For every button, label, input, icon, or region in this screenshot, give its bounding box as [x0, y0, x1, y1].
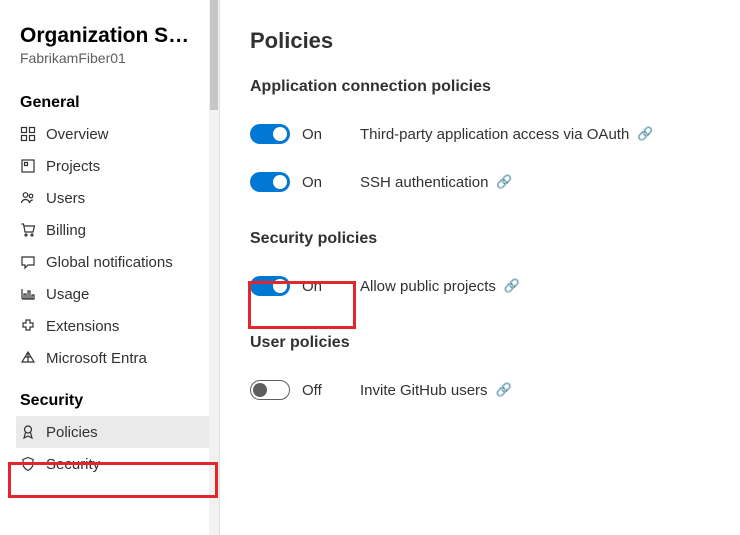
- nav-label: Microsoft Entra: [46, 350, 147, 367]
- sidebar-item-global-notifications[interactable]: Global notifications: [16, 246, 219, 278]
- sidebar: Organization S… FabrikamFiber01 General …: [0, 0, 220, 535]
- group-heading-app-connection: Application connection policies: [250, 78, 730, 96]
- badge-icon: [20, 424, 36, 440]
- extension-icon: [20, 318, 36, 334]
- chart-icon: [20, 286, 36, 302]
- policy-row-oauth: On Third-party application access via OA…: [250, 110, 730, 158]
- nav-label: Extensions: [46, 318, 119, 335]
- link-icon[interactable]: 🔗: [496, 174, 512, 190]
- policy-label: Allow public projects: [360, 278, 496, 295]
- nav-label: Billing: [46, 222, 86, 239]
- policy-label: SSH authentication: [360, 174, 488, 191]
- toggle-state: On: [302, 174, 322, 191]
- nav-label: Overview: [46, 126, 109, 143]
- link-icon[interactable]: 🔗: [637, 126, 653, 142]
- users-icon: [20, 190, 36, 206]
- nav-label: Usage: [46, 286, 89, 303]
- project-icon: [20, 158, 36, 174]
- toggle-invite-github[interactable]: [250, 380, 290, 400]
- section-heading-security: Security: [20, 392, 219, 410]
- sidebar-item-projects[interactable]: Projects: [16, 150, 219, 182]
- nav-label: Security: [46, 456, 100, 473]
- policy-row-invite-github: Off Invite GitHub users 🔗: [250, 366, 730, 414]
- toggle-state: On: [302, 278, 322, 295]
- sidebar-item-users[interactable]: Users: [16, 182, 219, 214]
- group-heading-user-policies: User policies: [250, 334, 730, 352]
- main-content: Policies Application connection policies…: [220, 0, 740, 535]
- sidebar-scrollbar[interactable]: [209, 0, 219, 535]
- org-settings-title: Organization S…: [20, 24, 219, 48]
- toggle-ssh[interactable]: [250, 172, 290, 192]
- cart-icon: [20, 222, 36, 238]
- toggle-state: On: [302, 126, 322, 143]
- scrollbar-thumb[interactable]: [210, 0, 218, 110]
- policy-row-ssh: On SSH authentication 🔗: [250, 158, 730, 206]
- sidebar-item-usage[interactable]: Usage: [16, 278, 219, 310]
- policy-label: Third-party application access via OAuth: [360, 126, 629, 143]
- policy-label: Invite GitHub users: [360, 382, 488, 399]
- nav-label: Projects: [46, 158, 100, 175]
- sidebar-item-overview[interactable]: Overview: [16, 118, 219, 150]
- shield-icon: [20, 456, 36, 472]
- sidebar-item-policies[interactable]: Policies: [16, 416, 219, 448]
- toggle-oauth[interactable]: [250, 124, 290, 144]
- nav-label: Global notifications: [46, 254, 173, 271]
- sidebar-item-microsoft-entra[interactable]: Microsoft Entra: [16, 342, 219, 374]
- toggle-public-projects[interactable]: [250, 276, 290, 296]
- sidebar-item-billing[interactable]: Billing: [16, 214, 219, 246]
- org-name: FabrikamFiber01: [20, 50, 219, 66]
- page-title: Policies: [250, 28, 730, 54]
- entra-icon: [20, 350, 36, 366]
- nav-label: Users: [46, 190, 85, 207]
- nav-label: Policies: [46, 424, 98, 441]
- link-icon[interactable]: 🔗: [496, 382, 512, 398]
- section-heading-general: General: [20, 94, 219, 112]
- link-icon[interactable]: 🔗: [504, 278, 520, 294]
- toggle-state: Off: [302, 382, 322, 399]
- chat-icon: [20, 254, 36, 270]
- sidebar-item-security[interactable]: Security: [16, 448, 219, 480]
- group-heading-security-policies: Security policies: [250, 230, 730, 248]
- grid-icon: [20, 126, 36, 142]
- policy-row-public-projects: On Allow public projects 🔗: [250, 262, 730, 310]
- sidebar-item-extensions[interactable]: Extensions: [16, 310, 219, 342]
